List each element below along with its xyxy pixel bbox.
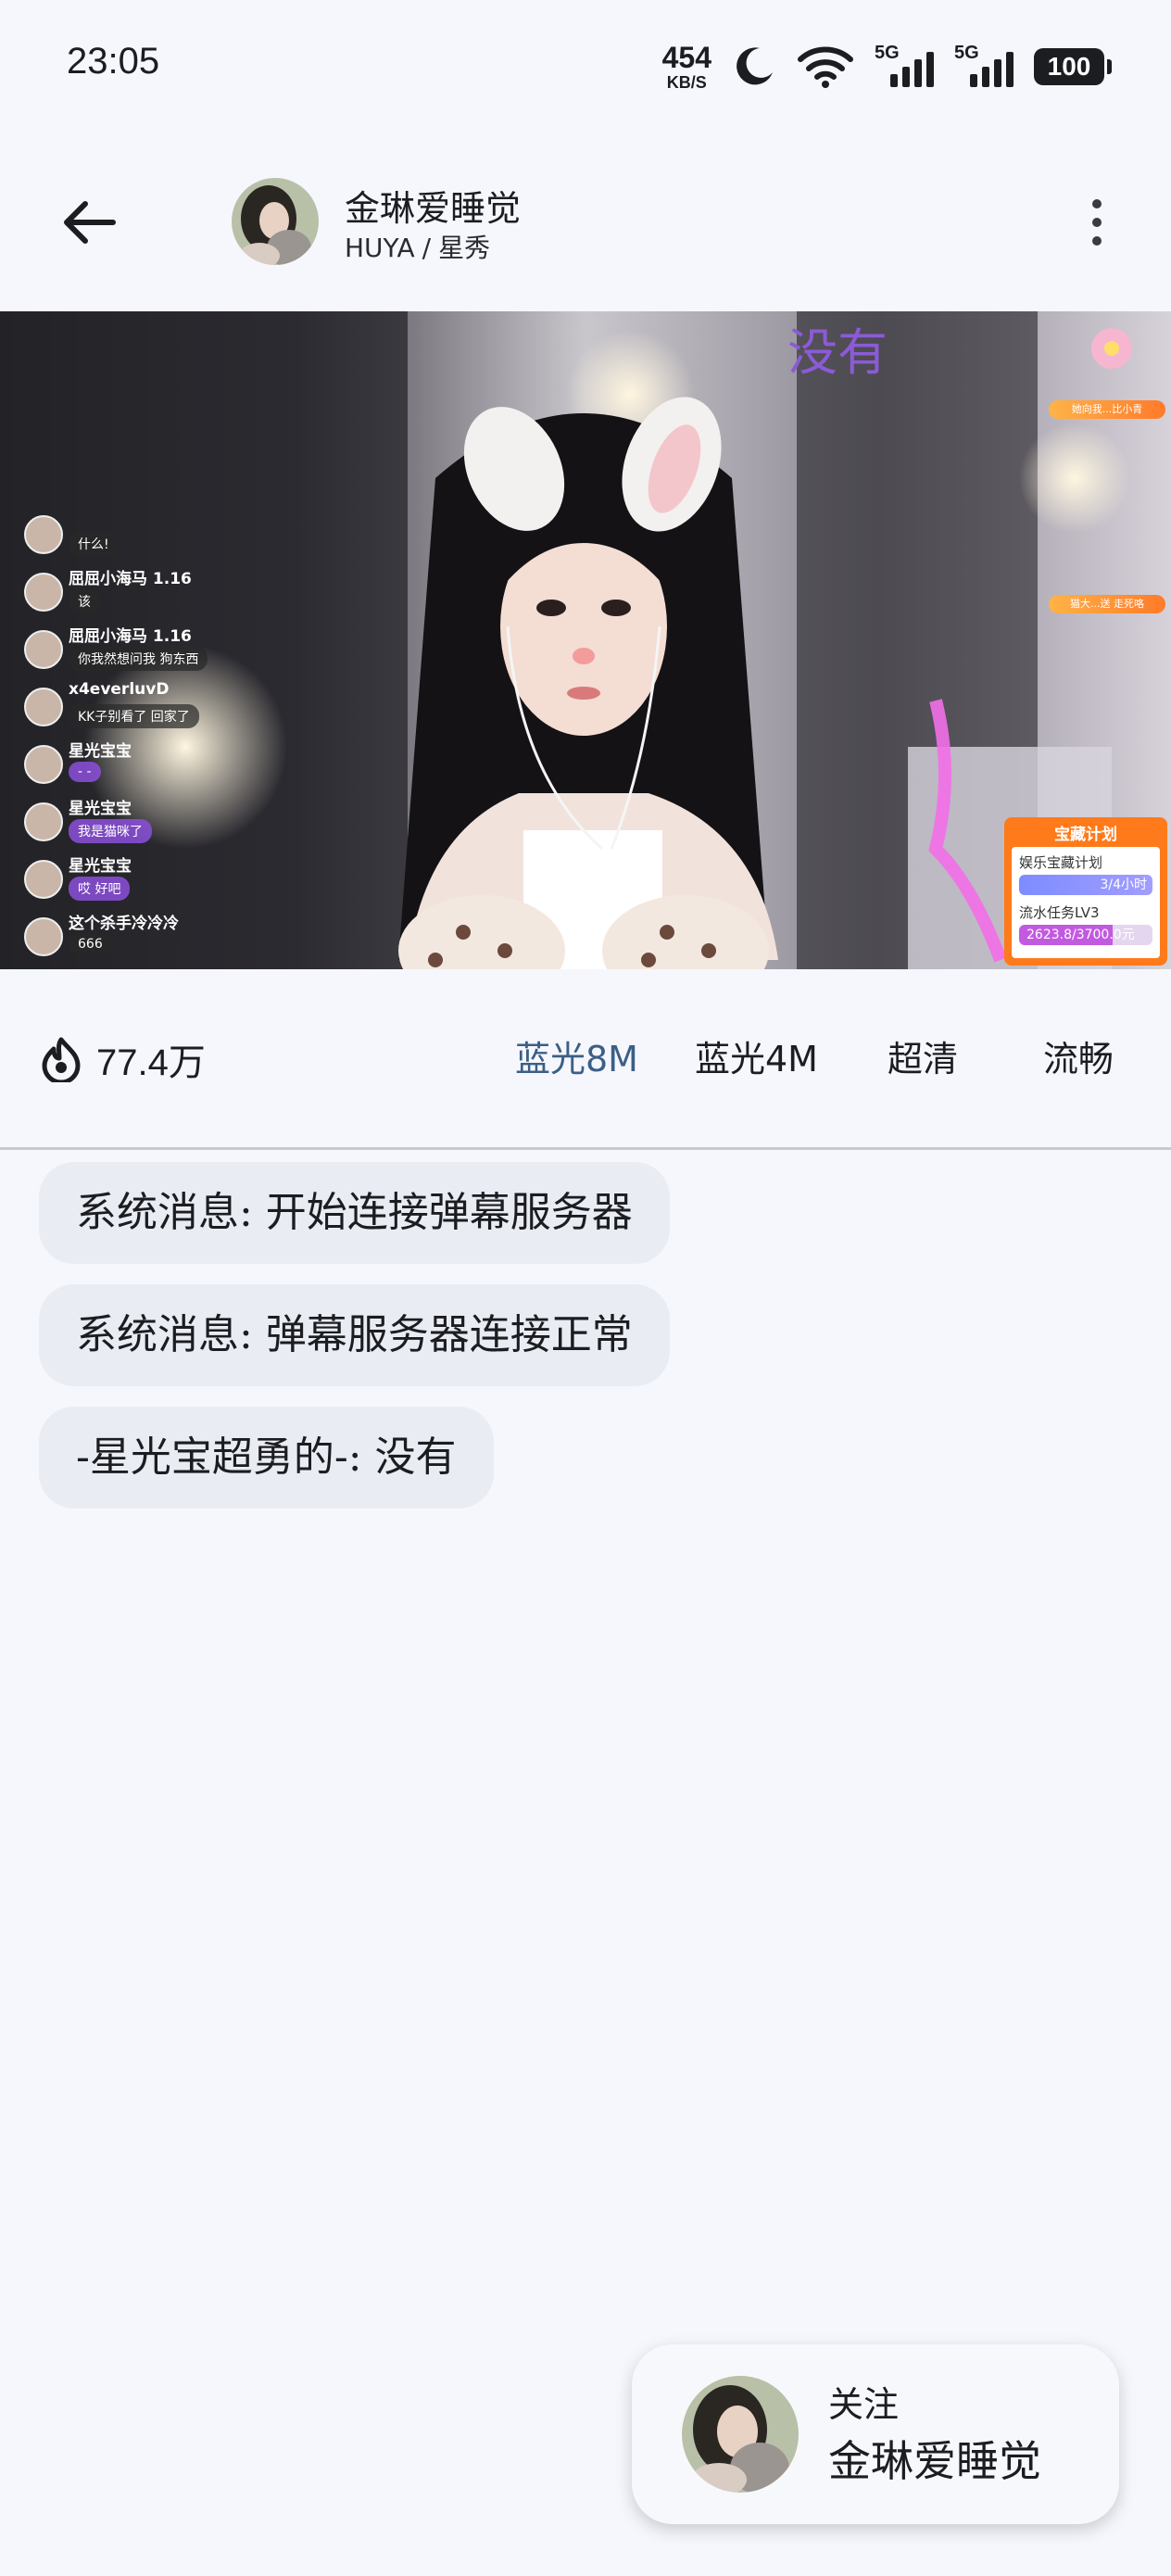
treasure-plan-card[interactable]: 宝藏计划 娱乐宝藏计划 3/4小时 流水任务LV3 2623.8/3700.0元	[1004, 817, 1167, 966]
avatar	[24, 515, 63, 554]
follow-streamer-name: 金琳爱睡觉	[828, 2436, 1041, 2486]
plan-line-2: 流水任务LV3	[1019, 904, 1100, 921]
network-speed-value: 454	[661, 41, 711, 74]
status-icons: 454 KB/S 5G 5G 100	[662, 41, 1112, 93]
stream-platform-category: HUYA / 星秀	[345, 228, 490, 265]
top-app-bar: 金琳爱睡觉 HUYA / 星秀	[0, 148, 1171, 297]
overlay-chat-row: 屈屈小海马 1.16 你我然想问我 狗东西	[19, 621, 259, 678]
status-time: 23:05	[67, 41, 160, 82]
overlay-chat-row: 这个杀手冷冷冷 666	[19, 908, 259, 966]
signal-icon-sim2: 5G	[954, 43, 1014, 91]
avatar	[24, 802, 63, 841]
fire-icon	[42, 1037, 81, 1082]
chat-message: -星光宝超勇的-: 没有	[39, 1407, 494, 1509]
viewer-count: 77.4万	[41, 1032, 206, 1086]
platform-name: HUYA	[345, 233, 415, 263]
overlay-chat-row: 星光宝宝 我是猫咪了	[19, 793, 259, 851]
overlay-chat-row: 星光宝宝 - -	[19, 736, 259, 793]
follow-button[interactable]: 关注 金琳爱睡觉	[632, 2344, 1119, 2524]
gift-notice-tag: 猫大...送 走死咯	[1049, 595, 1165, 613]
battery-icon: 100	[1034, 48, 1112, 85]
avatar	[24, 688, 63, 726]
more-options-button[interactable]	[1060, 185, 1134, 259]
plan-card-body: 娱乐宝藏计划 3/4小时 流水任务LV3 2623.8/3700.0元	[1012, 847, 1160, 958]
video-overlay-text: 没有	[787, 323, 888, 382]
danmaku-overlay: 什么! 屈屈小海马 1.16 该 屈屈小海马 1.16 你我然想问我 狗东西 x4e…	[19, 506, 259, 966]
signal-icon-sim1: 5G	[875, 43, 934, 91]
plan-progress-2: 2623.8/3700.0元	[1019, 925, 1152, 945]
separator: /	[422, 233, 432, 263]
wifi-icon	[798, 46, 853, 88]
back-button[interactable]	[52, 185, 126, 259]
avatar	[24, 745, 63, 784]
avatar	[24, 917, 63, 956]
chat-message: 系统消息: 弹幕服务器连接正常	[39, 1284, 670, 1386]
avatar	[24, 630, 63, 669]
quality-option-hd[interactable]: 超清	[888, 1030, 958, 1081]
avatar	[24, 860, 63, 899]
viewer-count-value: 77.4万	[96, 1042, 206, 1083]
more-vertical-icon	[1092, 199, 1102, 208]
overlay-chat-row: 星光宝宝哎 好吧	[19, 851, 259, 908]
network-speed: 454 KB/S	[662, 43, 711, 91]
quality-option-smooth[interactable]: 流畅	[1043, 1030, 1114, 1081]
follow-label: 关注	[828, 2384, 900, 2425]
gift-notice-tag: 她向我...比小青	[1049, 400, 1165, 419]
arrow-left-icon	[64, 201, 116, 244]
moon-icon	[737, 47, 773, 85]
video-player[interactable]: 没有 什么! 屈屈小海马 1.16 该 屈屈小海马 1.16 你我然想问我 狗东西 …	[0, 311, 1171, 969]
chat-message: 系统消息: 开始连接弹幕服务器	[39, 1162, 670, 1264]
streamer-name: 金琳爱睡觉	[345, 188, 522, 229]
streamer-avatar[interactable]	[232, 178, 319, 265]
overlay-chat-row: x4everluvD KK子别看了 回家了	[19, 678, 259, 736]
quality-option-bluray-8m[interactable]: 蓝光8M	[515, 1030, 638, 1081]
chat-message-list[interactable]: 系统消息: 开始连接弹幕服务器 系统消息: 弹幕服务器连接正常 -星光宝超勇的-…	[39, 1162, 670, 1529]
overlay-chat-row: 屈屈小海马 1.16 该	[19, 563, 259, 621]
network-speed-unit: KB/S	[666, 73, 707, 92]
plan-card-title: 宝藏计划	[1054, 826, 1117, 844]
quality-selector-bar: 77.4万 蓝光8M 蓝光4M 超清 流畅	[0, 969, 1171, 1150]
plan-progress-1: 3/4小时	[1019, 875, 1152, 895]
category-name: 星秀	[438, 233, 491, 263]
avatar	[682, 2376, 799, 2493]
quality-option-bluray-4m[interactable]: 蓝光4M	[695, 1030, 818, 1081]
status-bar: 23:05 454 KB/S 5G 5G 100	[0, 0, 1171, 130]
plan-line-1: 娱乐宝藏计划	[1019, 854, 1103, 871]
avatar	[24, 573, 63, 612]
overlay-chat-row: 什么!	[19, 506, 259, 563]
